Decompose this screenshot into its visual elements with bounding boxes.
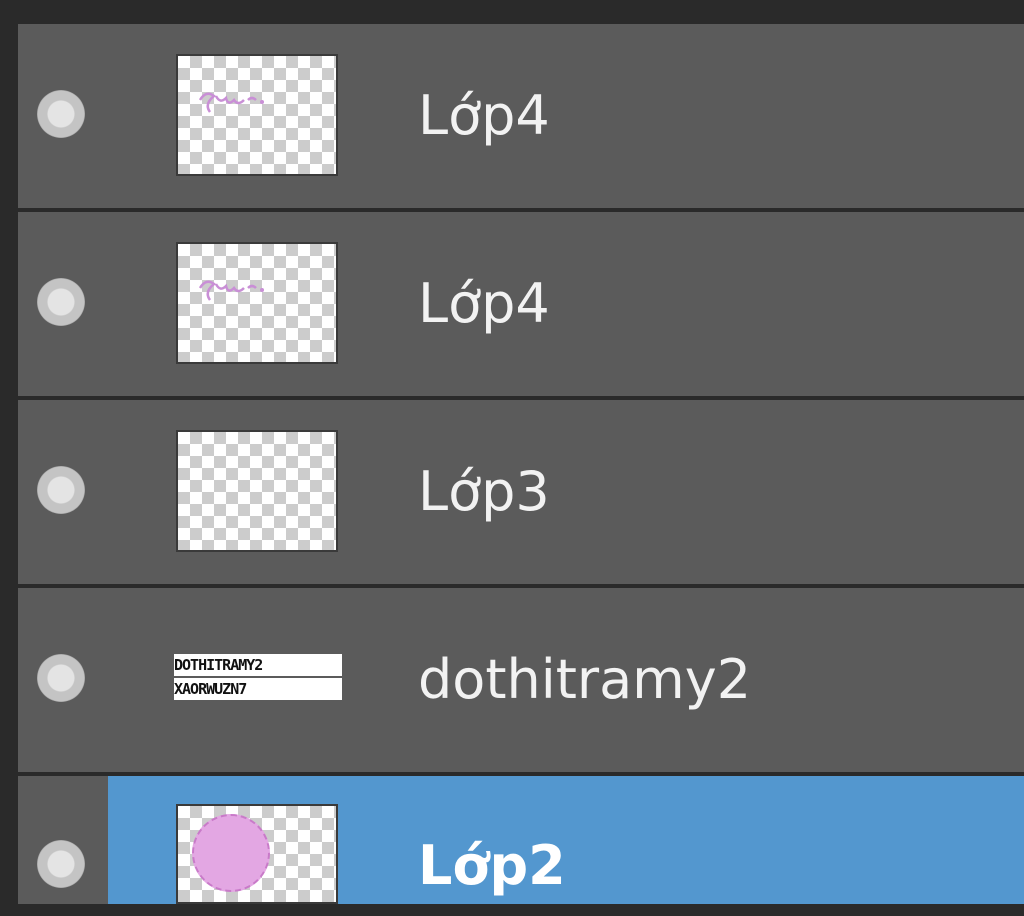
layer-name: Lớp4 [418, 272, 550, 335]
pink-circle-icon [192, 814, 270, 892]
layer-name: dothitramy2 [418, 648, 752, 711]
thumbnail-text-line: DOTHITRAMY2 [174, 654, 342, 676]
layer-thumbnail [176, 242, 338, 364]
visibility-dot-icon[interactable] [37, 278, 85, 326]
visibility-dot-icon[interactable] [37, 840, 85, 888]
visibility-dot-icon[interactable] [37, 90, 85, 138]
layer-row[interactable]: Lớp4 [18, 24, 1024, 208]
layers-panel: Lớp4 Lớp4 Lớp3 DOTHITRAMY2 XAORWUZN7 dot… [0, 0, 1024, 916]
layer-thumbnail [176, 54, 338, 176]
visibility-dot-icon[interactable] [37, 466, 85, 514]
scribble-icon [198, 280, 264, 301]
layer-row-selected[interactable]: Lớp2 [18, 776, 1024, 904]
layer-name: Lớp4 [418, 84, 550, 147]
layer-thumbnail [176, 804, 338, 904]
thumbnail-text-line: XAORWUZN7 [174, 678, 342, 700]
layer-row[interactable]: Lớp4 [18, 212, 1024, 396]
layer-thumbnail: DOTHITRAMY2 XAORWUZN7 [170, 652, 342, 704]
scribble-icon [198, 92, 264, 113]
layer-thumbnail [176, 430, 338, 552]
layer-name: Lớp3 [418, 460, 550, 523]
layer-name: Lớp2 [418, 834, 566, 897]
layer-row[interactable]: DOTHITRAMY2 XAORWUZN7 dothitramy2 [18, 588, 1024, 772]
visibility-dot-icon[interactable] [37, 654, 85, 702]
layer-row[interactable]: Lớp3 [18, 400, 1024, 584]
